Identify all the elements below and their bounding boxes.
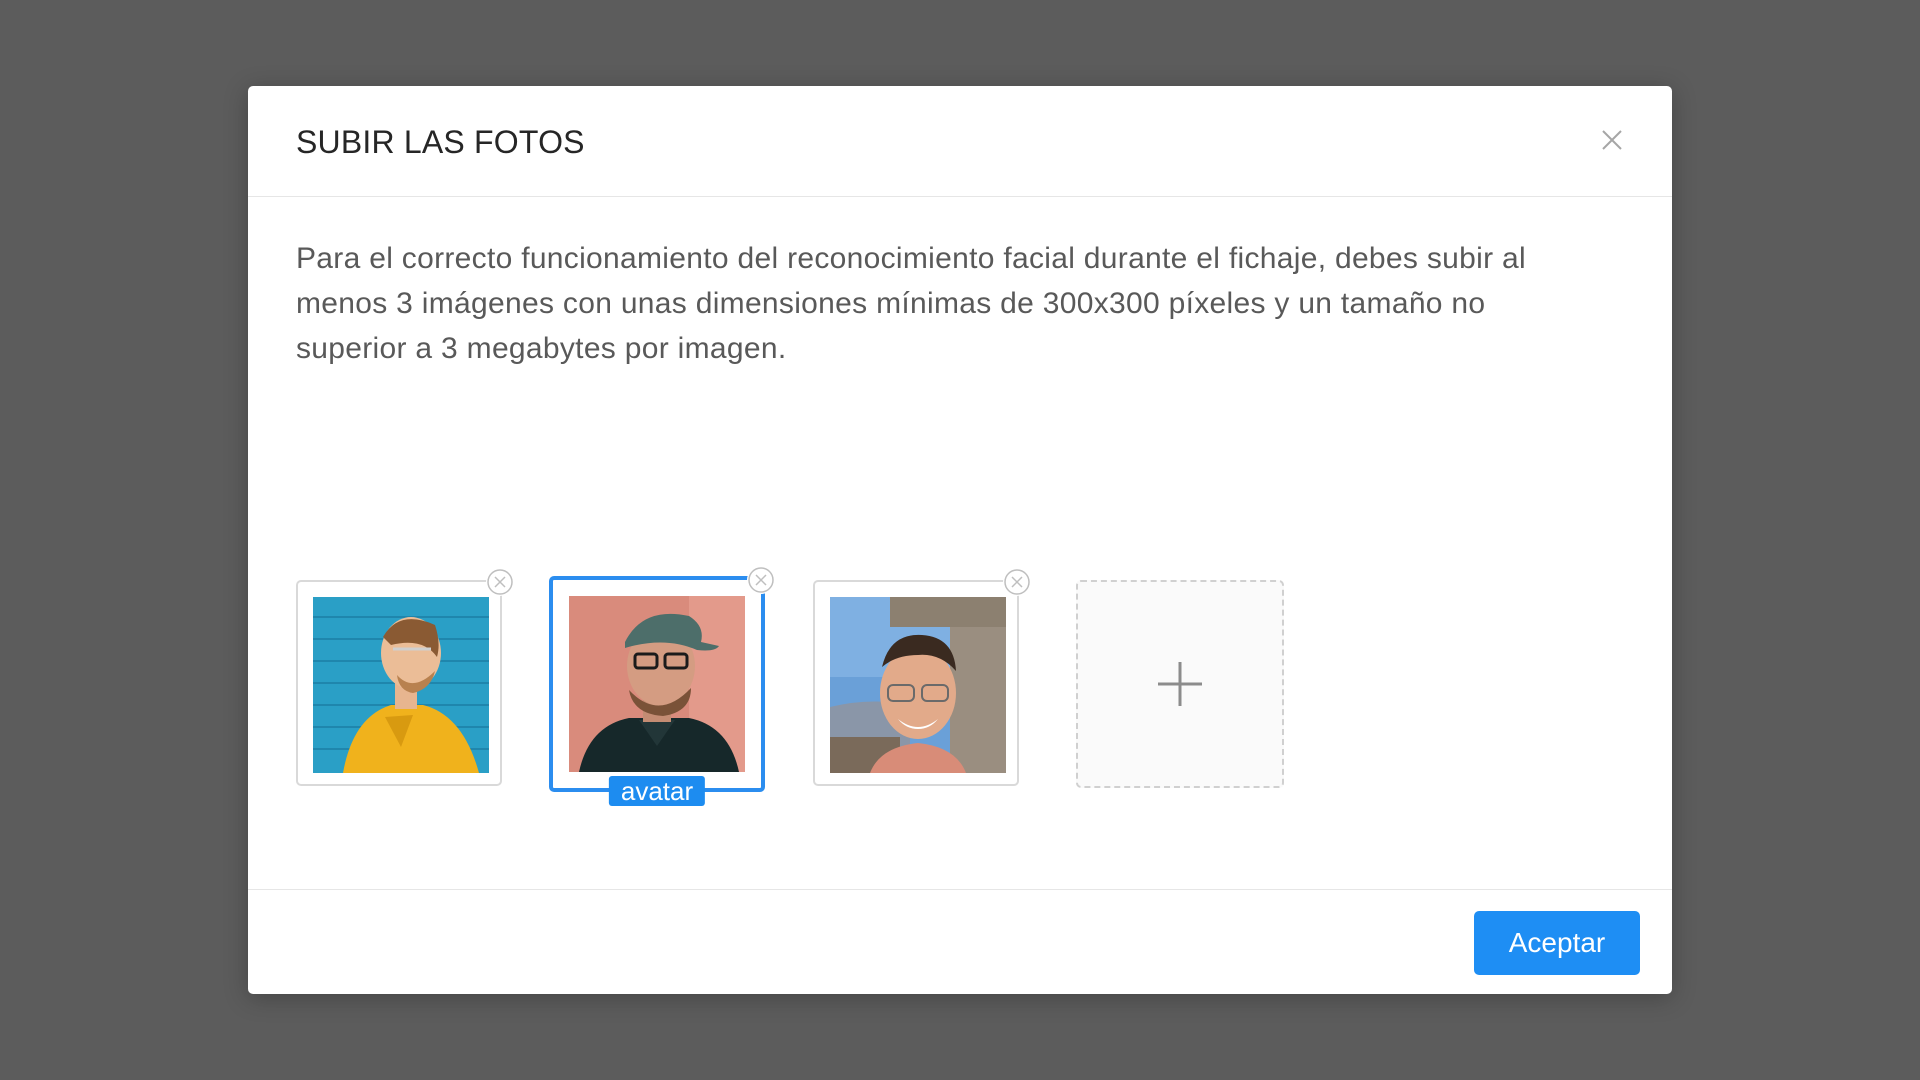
user-photo	[313, 597, 489, 773]
close-icon[interactable]	[1600, 128, 1624, 152]
remove-photo-icon[interactable]	[1003, 568, 1031, 596]
remove-photo-icon[interactable]	[486, 568, 514, 596]
plus-icon	[1158, 662, 1202, 706]
avatar-badge: avatar	[608, 776, 706, 806]
user-photo	[830, 597, 1006, 773]
photo-thumbnail[interactable]	[813, 568, 1031, 786]
dialog-footer: Aceptar	[248, 889, 1672, 994]
dialog-header: SUBIR LAS FOTOS	[248, 86, 1672, 197]
remove-photo-icon[interactable]	[747, 566, 775, 594]
photo-thumbnail-selected[interactable]: avatar	[549, 566, 775, 806]
user-photo	[569, 596, 745, 772]
instructions-text: Para el correcto funcionamiento del reco…	[296, 242, 1526, 365]
accept-button[interactable]: Aceptar	[1474, 911, 1640, 975]
photo-list: avatar	[296, 566, 1596, 806]
upload-photos-dialog: SUBIR LAS FOTOS Para el correcto funcion…	[248, 86, 1672, 994]
photo-thumbnail[interactable]	[296, 568, 514, 786]
dialog-title: SUBIR LAS FOTOS	[296, 124, 585, 160]
add-photo-button[interactable]	[1076, 580, 1284, 788]
dialog-body: Para el correcto funcionamiento del reco…	[296, 196, 1624, 806]
